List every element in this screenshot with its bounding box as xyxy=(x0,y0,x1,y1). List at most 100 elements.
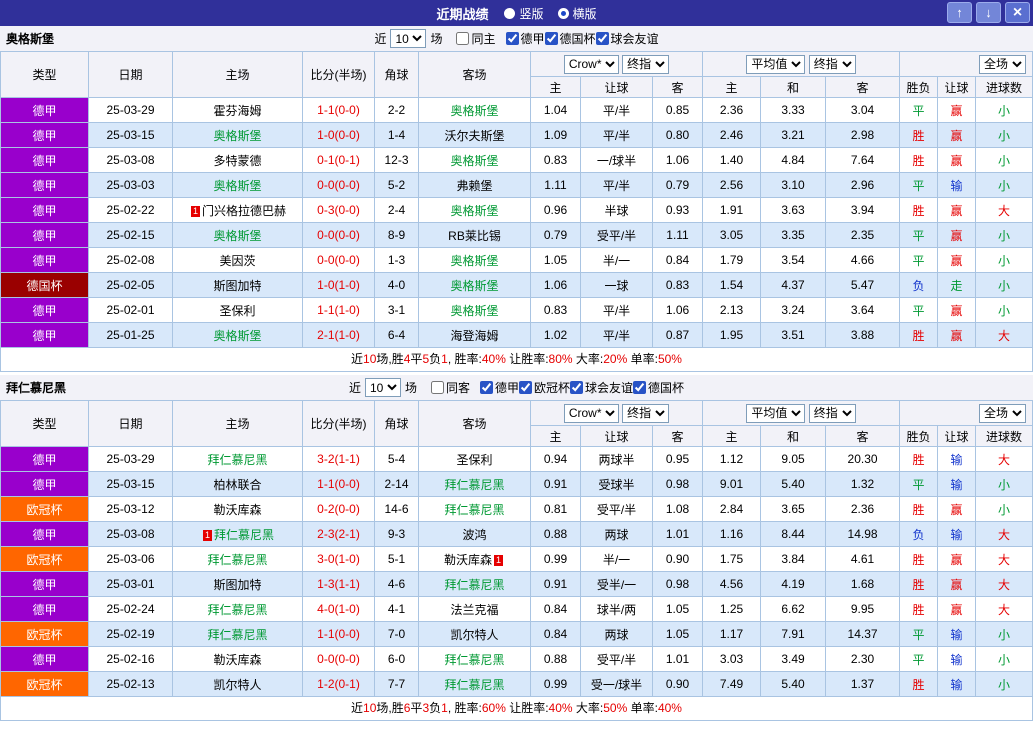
team-link[interactable]: 勒沃库森 xyxy=(213,653,261,667)
home-team-cell[interactable]: 勒沃库森 xyxy=(172,496,303,522)
away-team-cell[interactable]: 拜仁慕尼黑 xyxy=(418,496,531,522)
team-link[interactable]: 奥格斯堡 xyxy=(213,129,261,143)
score-cell[interactable]: 0-0(0-0) xyxy=(302,172,375,198)
bookmaker-select[interactable]: Crow* xyxy=(563,403,619,423)
home-team-cell[interactable]: 1 门兴格拉德巴赫 xyxy=(172,197,303,223)
home-team-cell[interactable]: 拜仁慕尼黑 xyxy=(172,596,303,622)
away-team-cell[interactable]: 奥格斯堡 xyxy=(418,197,531,223)
average-select[interactable]: 平均值 xyxy=(746,403,806,423)
home-team-cell[interactable]: 拜仁慕尼黑 xyxy=(172,621,303,647)
score-cell[interactable]: 1-1(0-0) xyxy=(302,97,375,123)
team-link[interactable]: 勒沃库森 xyxy=(444,553,492,567)
scope-select[interactable]: 全场 xyxy=(979,54,1026,74)
home-team-cell[interactable]: 斯图加特 xyxy=(172,571,303,597)
home-team-cell[interactable]: 奥格斯堡 xyxy=(172,222,303,248)
away-team-cell[interactable]: 奥格斯堡 xyxy=(418,97,531,123)
horizontal-layout-radio[interactable]: 横版 xyxy=(557,5,597,22)
home-team-cell[interactable]: 拜仁慕尼黑 xyxy=(172,446,303,472)
away-team-cell[interactable]: 奥格斯堡 xyxy=(418,247,531,273)
team-link[interactable]: 勒沃库森 xyxy=(213,503,261,517)
team-link[interactable]: 奥格斯堡 xyxy=(213,179,261,193)
away-team-cell[interactable]: 波鸿 xyxy=(418,521,531,547)
team-link[interactable]: 奥格斯堡 xyxy=(450,279,498,293)
away-team-cell[interactable]: 海登海姆 xyxy=(418,322,531,348)
team-link[interactable]: 拜仁慕尼黑 xyxy=(444,478,504,492)
filter-checkbox-同主[interactable]: 同主 xyxy=(456,30,496,47)
score-cell[interactable]: 2-1(1-0) xyxy=(302,322,375,348)
team-link[interactable]: 拜仁慕尼黑 xyxy=(207,453,267,467)
away-team-cell[interactable]: 拜仁慕尼黑 xyxy=(418,671,531,697)
checkbox-input[interactable] xyxy=(544,32,558,45)
away-team-cell[interactable]: 沃尔夫斯堡 xyxy=(418,122,531,148)
team-link[interactable]: RB莱比锡 xyxy=(448,229,501,243)
bookmaker-select[interactable]: Crow* xyxy=(563,54,619,74)
team-link[interactable]: 斯图加特 xyxy=(213,578,261,592)
score-cell[interactable]: 1-2(0-1) xyxy=(302,671,375,697)
home-team-cell[interactable]: 1 拜仁慕尼黑 xyxy=(172,521,303,547)
checkbox-input[interactable] xyxy=(479,381,493,394)
away-team-cell[interactable]: 弗赖堡 xyxy=(418,172,531,198)
team-link[interactable]: 海登海姆 xyxy=(450,329,498,343)
filter-checkbox-球会友谊[interactable]: 球会友谊 xyxy=(595,30,659,47)
scroll-up-button[interactable]: ↑ xyxy=(947,2,972,23)
checkbox-input[interactable] xyxy=(430,381,444,394)
score-cell[interactable]: 1-1(0-0) xyxy=(302,621,375,647)
score-cell[interactable]: 1-1(1-0) xyxy=(302,297,375,323)
away-team-cell[interactable]: 圣保利 xyxy=(418,446,531,472)
away-team-cell[interactable]: 凯尔特人 xyxy=(418,621,531,647)
score-cell[interactable]: 4-0(1-0) xyxy=(302,596,375,622)
team-link[interactable]: 拜仁慕尼黑 xyxy=(207,553,267,567)
score-cell[interactable]: 0-0(0-0) xyxy=(302,247,375,273)
filter-checkbox-德甲[interactable]: 德甲 xyxy=(505,30,545,47)
home-team-cell[interactable]: 奥格斯堡 xyxy=(172,322,303,348)
team-link[interactable]: 奥格斯堡 xyxy=(450,254,498,268)
home-team-cell[interactable]: 美因茨 xyxy=(172,247,303,273)
away-team-cell[interactable]: 勒沃库森 1 xyxy=(418,546,531,572)
team-link[interactable]: 拜仁慕尼黑 xyxy=(214,528,274,542)
team-link[interactable]: 弗赖堡 xyxy=(456,179,492,193)
team-link[interactable]: 拜仁慕尼黑 xyxy=(444,678,504,692)
filter-checkbox-球会友谊[interactable]: 球会友谊 xyxy=(570,379,633,396)
score-cell[interactable]: 3-0(1-0) xyxy=(302,546,375,572)
vertical-layout-radio[interactable]: 竖版 xyxy=(504,5,544,22)
away-team-cell[interactable]: 奥格斯堡 xyxy=(418,272,531,298)
recent-count-select[interactable]: 10 xyxy=(390,29,427,48)
team-link[interactable]: 奥格斯堡 xyxy=(450,204,498,218)
close-button[interactable]: × xyxy=(1005,2,1030,23)
filter-checkbox-德国杯[interactable]: 德国杯 xyxy=(633,379,684,396)
home-team-cell[interactable]: 拜仁慕尼黑 xyxy=(172,546,303,572)
team-link[interactable]: 柏林联合 xyxy=(213,478,261,492)
filter-checkbox-欧冠杯[interactable]: 欧冠杯 xyxy=(519,379,570,396)
team-link[interactable]: 多特蒙德 xyxy=(213,154,261,168)
team-link[interactable]: 奥格斯堡 xyxy=(450,104,498,118)
home-team-cell[interactable]: 圣保利 xyxy=(172,297,303,323)
average-select[interactable]: 平均值 xyxy=(746,54,806,74)
home-team-cell[interactable]: 斯图加特 xyxy=(172,272,303,298)
score-cell[interactable]: 3-2(1-1) xyxy=(302,446,375,472)
odds-stage-select[interactable]: 终指 xyxy=(622,54,670,74)
team-link[interactable]: 波鸿 xyxy=(462,528,486,542)
score-cell[interactable]: 0-0(0-0) xyxy=(302,222,375,248)
away-team-cell[interactable]: 拜仁慕尼黑 xyxy=(418,646,531,672)
team-link[interactable]: 拜仁慕尼黑 xyxy=(207,603,267,617)
home-team-cell[interactable]: 奥格斯堡 xyxy=(172,122,303,148)
team-link[interactable]: 沃尔夫斯堡 xyxy=(444,129,504,143)
away-team-cell[interactable]: 拜仁慕尼黑 xyxy=(418,471,531,497)
score-cell[interactable]: 0-3(0-0) xyxy=(302,197,375,223)
team-link[interactable]: 拜仁慕尼黑 xyxy=(444,653,504,667)
checkbox-input[interactable] xyxy=(570,381,584,394)
scroll-down-button[interactable]: ↓ xyxy=(976,2,1001,23)
filter-checkbox-德国杯[interactable]: 德国杯 xyxy=(544,30,596,47)
checkbox-input[interactable] xyxy=(505,32,519,45)
checkbox-input[interactable] xyxy=(456,32,470,45)
checkbox-input[interactable] xyxy=(633,381,647,394)
away-team-cell[interactable]: 法兰克福 xyxy=(418,596,531,622)
away-team-cell[interactable]: RB莱比锡 xyxy=(418,222,531,248)
team-link[interactable]: 奥格斯堡 xyxy=(450,304,498,318)
score-cell[interactable]: 2-3(2-1) xyxy=(302,521,375,547)
team-link[interactable]: 美因茨 xyxy=(219,254,255,268)
avg-stage-select[interactable]: 终指 xyxy=(808,54,856,74)
avg-stage-select[interactable]: 终指 xyxy=(808,403,856,423)
team-link[interactable]: 奥格斯堡 xyxy=(450,154,498,168)
home-team-cell[interactable]: 柏林联合 xyxy=(172,471,303,497)
